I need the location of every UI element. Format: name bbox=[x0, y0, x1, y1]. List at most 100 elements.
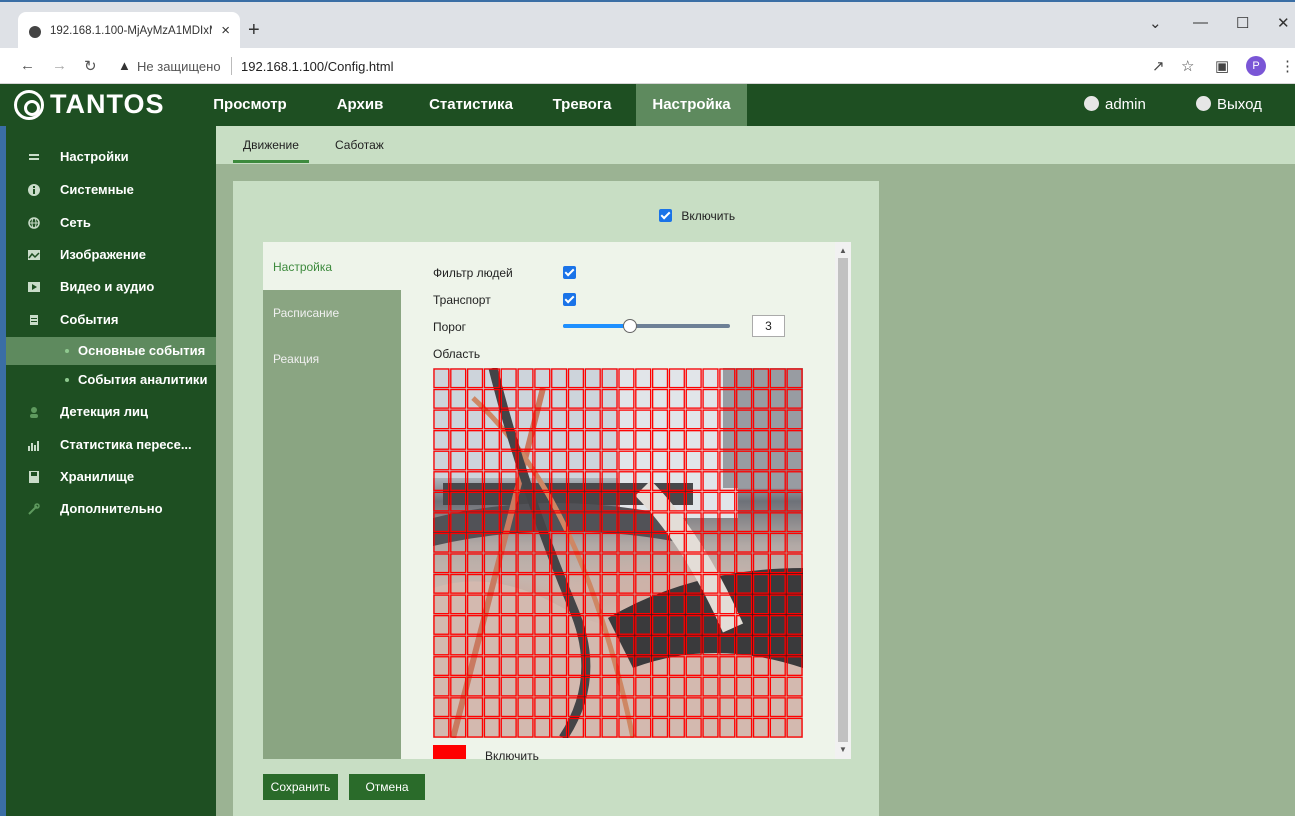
area-grid-cell[interactable] bbox=[668, 471, 685, 491]
area-grid-cell[interactable] bbox=[635, 717, 652, 738]
area-grid-cell[interactable] bbox=[601, 697, 618, 718]
area-grid-cell[interactable] bbox=[517, 676, 534, 697]
area-grid-cell[interactable] bbox=[584, 388, 601, 409]
area-grid-cell[interactable] bbox=[769, 430, 786, 450]
area-grid-cell[interactable] bbox=[450, 676, 467, 697]
enable-checkbox[interactable]: Включить bbox=[659, 209, 735, 223]
area-grid-cell[interactable] bbox=[668, 656, 685, 676]
nav-view[interactable]: Просмотр bbox=[205, 84, 295, 126]
area-grid-cell[interactable] bbox=[736, 697, 753, 718]
area-grid-cell[interactable] bbox=[719, 656, 736, 676]
area-grid-cell[interactable] bbox=[567, 491, 585, 512]
area-grid-cell[interactable] bbox=[752, 409, 770, 430]
area-grid-cell[interactable] bbox=[635, 471, 652, 491]
user-menu[interactable]: admin bbox=[1084, 84, 1146, 126]
area-grid-cell[interactable] bbox=[736, 368, 753, 389]
area-grid-cell[interactable] bbox=[433, 409, 450, 430]
sidebar-item-image[interactable]: Изображение bbox=[6, 241, 216, 269]
area-grid-cell[interactable] bbox=[685, 471, 702, 491]
cancel-button[interactable]: Отмена bbox=[349, 774, 425, 800]
area-grid-cell[interactable] bbox=[651, 409, 669, 430]
area-grid-cell[interactable] bbox=[466, 717, 484, 738]
area-grid-cell[interactable] bbox=[685, 491, 702, 512]
area-grid-cell[interactable] bbox=[736, 532, 753, 553]
area-grid-cell[interactable] bbox=[433, 573, 450, 594]
area-grid-cell[interactable] bbox=[719, 697, 736, 718]
area-grid-cell[interactable] bbox=[500, 368, 517, 389]
area-grid-cell[interactable] bbox=[702, 553, 719, 574]
area-grid-cell[interactable] bbox=[466, 491, 484, 512]
area-grid-cell[interactable] bbox=[702, 656, 719, 676]
sidebar-item-events[interactable]: События bbox=[6, 306, 216, 334]
area-grid-cell[interactable] bbox=[769, 388, 786, 409]
area-grid-cell[interactable] bbox=[466, 430, 484, 450]
area-grid-cell[interactable] bbox=[500, 615, 517, 635]
area-grid-cell[interactable] bbox=[601, 717, 618, 738]
area-grid-cell[interactable] bbox=[685, 450, 702, 471]
area-grid-cell[interactable] bbox=[551, 553, 568, 574]
area-grid-cell[interactable] bbox=[466, 368, 484, 389]
area-grid-cell[interactable] bbox=[601, 491, 618, 512]
area-grid-cell[interactable] bbox=[752, 430, 770, 450]
area-grid-cell[interactable] bbox=[786, 450, 803, 471]
area-grid-cell[interactable] bbox=[719, 532, 736, 553]
area-grid-cell[interactable] bbox=[769, 512, 786, 533]
area-grid-cell[interactable] bbox=[702, 635, 719, 656]
area-grid-cell[interactable] bbox=[450, 388, 467, 409]
area-grid-cell[interactable] bbox=[567, 615, 585, 635]
area-grid-cell[interactable] bbox=[635, 676, 652, 697]
sidebar-item-storage[interactable]: Хранилище bbox=[6, 463, 216, 491]
sidebar-item-crossing-stats[interactable]: Статистика пересе... bbox=[6, 431, 216, 459]
area-grid-cell[interactable] bbox=[769, 491, 786, 512]
left-tab-setup[interactable]: Настройка bbox=[273, 260, 332, 274]
area-grid-cell[interactable] bbox=[517, 656, 534, 676]
back-icon[interactable]: ← bbox=[20, 57, 35, 74]
area-grid-cell[interactable] bbox=[668, 491, 685, 512]
transport-checkbox[interactable] bbox=[563, 293, 576, 306]
area-grid-cell[interactable] bbox=[702, 573, 719, 594]
warning-icon[interactable]: ▲ bbox=[118, 58, 131, 73]
area-grid-cell[interactable] bbox=[618, 676, 635, 697]
area-grid-cell[interactable] bbox=[618, 717, 635, 738]
area-grid-cell[interactable] bbox=[752, 491, 770, 512]
area-grid-cell[interactable] bbox=[433, 450, 450, 471]
area-grid-cell[interactable] bbox=[517, 532, 534, 553]
area-grid-cell[interactable] bbox=[483, 594, 500, 615]
area-grid-cell[interactable] bbox=[719, 368, 736, 389]
area-grid-cell[interactable] bbox=[736, 594, 753, 615]
area-grid-cell[interactable] bbox=[584, 491, 601, 512]
area-grid-cell[interactable] bbox=[601, 594, 618, 615]
bookmark-star-icon[interactable]: ☆ bbox=[1181, 57, 1194, 75]
area-grid-cell[interactable] bbox=[769, 553, 786, 574]
sidebar-subitem-analytics-events[interactable]: События аналитики bbox=[6, 366, 216, 394]
area-grid-cell[interactable] bbox=[551, 594, 568, 615]
area-grid-cell[interactable] bbox=[433, 471, 450, 491]
area-grid-cell[interactable] bbox=[483, 532, 500, 553]
area-grid-cell[interactable] bbox=[584, 676, 601, 697]
forward-icon[interactable]: → bbox=[52, 57, 67, 74]
area-grid-cell[interactable] bbox=[500, 532, 517, 553]
area-grid-cell[interactable] bbox=[567, 676, 585, 697]
area-grid-cell[interactable] bbox=[769, 697, 786, 718]
area-grid-cell[interactable] bbox=[534, 450, 551, 471]
area-grid-cell[interactable] bbox=[534, 471, 551, 491]
area-grid-cell[interactable] bbox=[685, 676, 702, 697]
area-grid-cell[interactable] bbox=[517, 573, 534, 594]
share-icon[interactable]: ↗ bbox=[1152, 57, 1165, 75]
area-grid-cell[interactable] bbox=[584, 471, 601, 491]
area-grid-cell[interactable] bbox=[786, 553, 803, 574]
area-grid-cell[interactable] bbox=[635, 368, 652, 389]
area-grid-cell[interactable] bbox=[668, 450, 685, 471]
area-grid-cell[interactable] bbox=[567, 573, 585, 594]
area-grid-cell[interactable] bbox=[668, 594, 685, 615]
browser-tab[interactable]: 192.168.1.100-MjAyMzA1MDIxM × bbox=[18, 12, 240, 50]
area-grid-cell[interactable] bbox=[786, 491, 803, 512]
nav-settings[interactable]: Настройка bbox=[636, 84, 747, 126]
area-grid-cell[interactable] bbox=[551, 409, 568, 430]
area-grid-cell[interactable] bbox=[450, 450, 467, 471]
area-grid-cell[interactable] bbox=[736, 635, 753, 656]
area-grid-cell[interactable] bbox=[500, 697, 517, 718]
close-window-icon[interactable]: ✕ bbox=[1277, 14, 1290, 32]
area-grid-cell[interactable] bbox=[483, 717, 500, 738]
area-grid-cell[interactable] bbox=[685, 717, 702, 738]
